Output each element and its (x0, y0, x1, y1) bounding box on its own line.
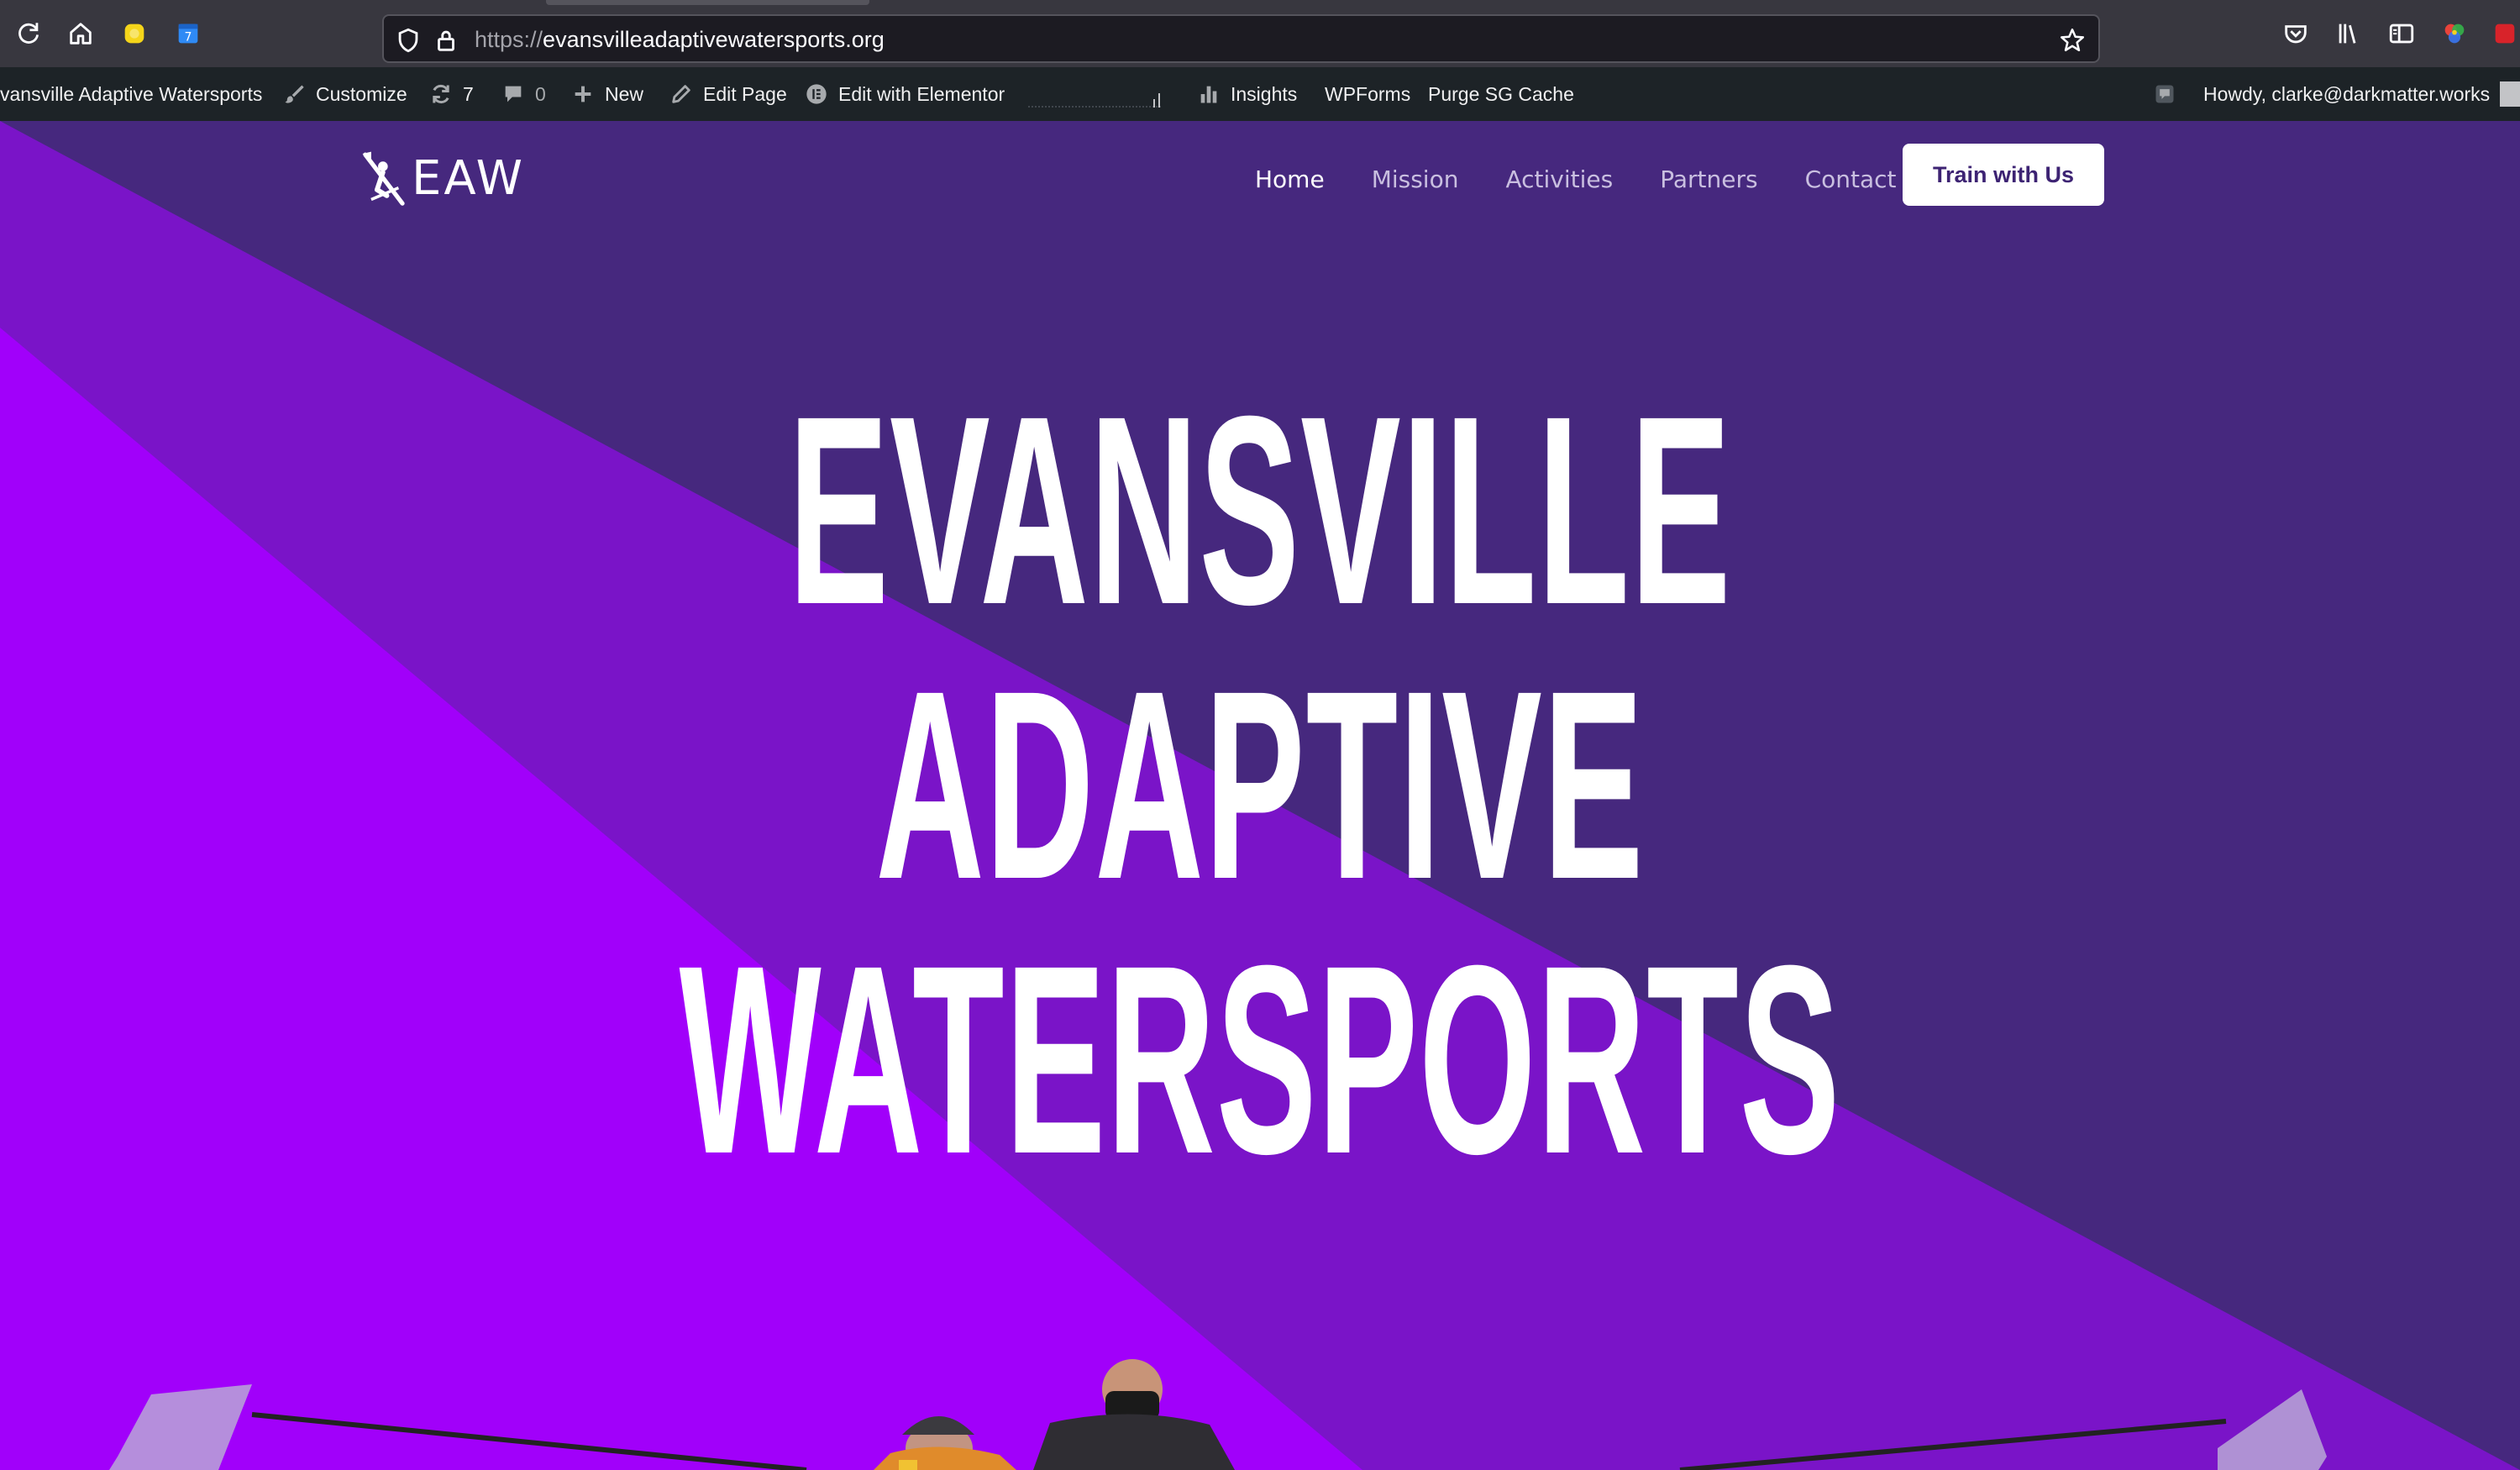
plus-icon (575, 86, 591, 102)
admin-bar-edit-elementor[interactable]: Edit with Elementor (805, 67, 1005, 121)
admin-bar-my-account[interactable]: Howdy, clarke@darkmatter.works (2203, 67, 2520, 121)
hero-line-evansville: EVANSVILLE (788, 360, 1732, 660)
avatar (2500, 81, 2520, 107)
logo-text: EAW (412, 150, 525, 206)
admin-bar-notifications[interactable] (2153, 67, 2176, 121)
rowers-hero-image (109, 1359, 2327, 1470)
hero-line-watersports: WATERSPORTS (679, 909, 1841, 1210)
nav-mission[interactable]: Mission (1372, 165, 1459, 193)
reload-icon[interactable] (12, 17, 45, 50)
train-with-us-button[interactable]: Train with Us (1903, 144, 2104, 206)
new-label: New (605, 82, 644, 105)
elementor-icon (806, 84, 827, 104)
howdy-label: Howdy, clarke@darkmatter.works (2203, 82, 2491, 105)
kayak-paddle-logo-icon (362, 151, 405, 206)
insights-label: Insights (1231, 82, 1298, 105)
url-host: evansvilleadaptivewatersports.org (543, 27, 885, 52)
hero-title: EVANSVILLE ADAPTIVE WATERSPORTS (0, 373, 2520, 1197)
edit-elementor-label: Edit with Elementor (838, 82, 1005, 105)
sidebar-icon[interactable] (2385, 17, 2418, 50)
admin-bar-insights[interactable]: Insights (1197, 67, 1297, 121)
pocket-icon[interactable] (2279, 17, 2313, 50)
nav-activities[interactable]: Activities (1505, 165, 1613, 193)
extension-red-icon[interactable] (2488, 17, 2520, 50)
admin-bar-comments[interactable]: 0 (501, 67, 546, 121)
admin-bar-site-name[interactable]: vansville Adaptive Watersports (0, 67, 262, 121)
tracking-protection-icon[interactable] (394, 26, 423, 55)
nav-partners[interactable]: Partners (1660, 165, 1757, 193)
bookmark-favicon-yellow-icon[interactable] (118, 17, 151, 50)
wp-admin-bar: vansville Adaptive Watersports Customize… (0, 67, 2520, 121)
comments-count: 0 (535, 82, 546, 105)
edit-page-label: Edit Page (703, 82, 787, 105)
library-icon[interactable] (2332, 17, 2365, 50)
site-logo[interactable]: EAW (360, 148, 544, 208)
admin-bar-activity-graph[interactable] (1026, 82, 1168, 109)
pencil-icon (672, 85, 690, 103)
website-viewport: EAW Home Mission Activities Partners Con… (0, 121, 2520, 1470)
lock-icon[interactable] (432, 26, 460, 55)
admin-bar-wpforms[interactable]: WPForms (1325, 67, 1410, 121)
bar-chart-icon (1200, 86, 1217, 103)
main-navigation: Home Mission Activities Partners Contact (1255, 158, 1944, 200)
url-bar[interactable]: https://evansvilleadaptivewatersports.or… (382, 14, 2100, 63)
admin-bar-purge-cache[interactable]: Purge SG Cache (1428, 67, 1574, 121)
admin-bar-updates[interactable]: 7 (429, 67, 474, 121)
updates-icon (433, 84, 449, 104)
nav-contact[interactable]: Contact (1805, 165, 1897, 193)
color-picker-extension-icon[interactable] (2438, 17, 2471, 50)
admin-bar-customize[interactable]: Customize (282, 67, 407, 121)
home-icon[interactable] (64, 17, 97, 50)
updates-count: 7 (463, 82, 474, 105)
admin-bar-edit-page[interactable]: Edit Page (669, 67, 787, 121)
admin-bar-new[interactable]: New (571, 67, 643, 121)
comment-bubble-icon (505, 86, 522, 102)
paintbrush-icon (285, 85, 304, 103)
bookmark-favicon-calendar-icon[interactable]: 7 (171, 17, 205, 50)
url-text[interactable]: https://evansvilleadaptivewatersports.or… (475, 27, 885, 53)
notification-icon (2155, 85, 2174, 103)
customize-label: Customize (316, 82, 407, 105)
browser-toolbar: 7 https://evansvilleadaptivewatersports.… (0, 0, 2520, 67)
nav-home[interactable]: Home (1255, 165, 1325, 193)
url-scheme: https:// (475, 27, 543, 52)
hero-line-adaptive: ADAPTIVE (875, 634, 1645, 935)
bookmark-star-icon[interactable] (2058, 26, 2087, 55)
svg-text:7: 7 (184, 31, 192, 45)
active-tab-edge[interactable] (546, 0, 869, 5)
